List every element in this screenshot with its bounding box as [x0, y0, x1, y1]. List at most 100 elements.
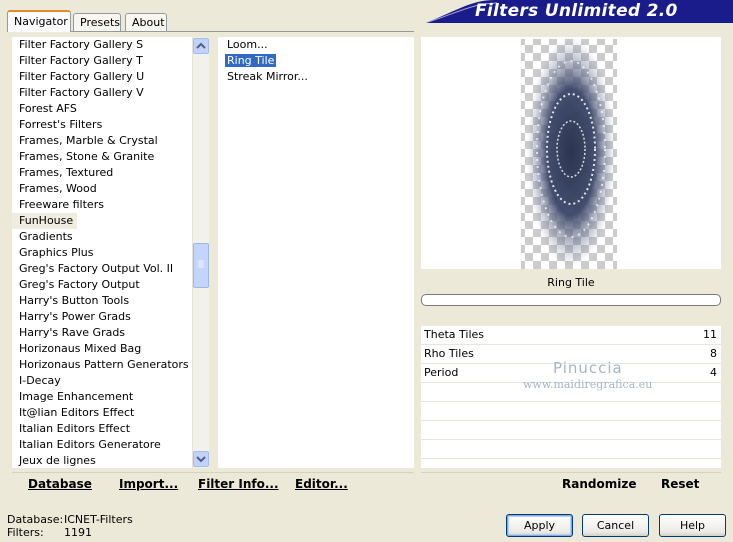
category-label: Filter Factory Gallery T: [19, 54, 143, 67]
filter-item[interactable]: Loom...: [218, 37, 414, 53]
category-item[interactable]: Harry's Power Grads: [12, 309, 192, 325]
scroll-down-button[interactable]: [193, 451, 209, 467]
reset-button[interactable]: Reset: [661, 477, 699, 491]
editor-button[interactable]: Editor...: [295, 477, 348, 491]
category-label: Harry's Rave Grads: [19, 326, 126, 339]
watermark-name: Pinuccia: [553, 359, 623, 377]
watermark-site: www.maidiregrafica.eu: [523, 378, 653, 391]
category-item[interactable]: Greg's Factory Output Vol. II: [12, 261, 192, 277]
category-label: Jeux de lignes: [19, 454, 96, 467]
category-item[interactable]: Graphics Plus: [12, 245, 192, 261]
database-button[interactable]: Database: [28, 477, 92, 491]
chevron-down-icon: [196, 456, 206, 463]
progress-bar: [421, 294, 721, 306]
scroll-thumb[interactable]: [193, 243, 209, 288]
filter-info-button[interactable]: Filter Info...: [198, 477, 279, 491]
category-list[interactable]: Filter Factory Gallery S Filter Factory G…: [12, 37, 192, 468]
parameter-list: Theta Tiles 11 Rho Tiles 8 Period 4: [421, 326, 721, 468]
category-item[interactable]: Horizonaus Mixed Bag: [12, 341, 192, 357]
category-label: Horizonaus Mixed Bag: [19, 342, 142, 355]
category-item[interactable]: Frames, Stone & Granite: [12, 149, 192, 165]
parameter-value[interactable]: 8: [710, 345, 717, 363]
left-button-bar: Database Import... Filter Info... Editor…: [12, 472, 414, 497]
category-label: Horizonaus Pattern Generators: [19, 358, 189, 371]
category-item[interactable]: Filter Factory Gallery S: [12, 37, 192, 53]
empty-parameter-row: [421, 421, 721, 440]
cancel-button[interactable]: Cancel: [582, 514, 649, 537]
category-label: Frames, Wood: [19, 182, 97, 195]
category-label: Frames, Stone & Granite: [19, 150, 155, 163]
category-label: Image Enhancement: [19, 390, 134, 403]
parameter-label: Theta Tiles: [424, 328, 485, 341]
category-item[interactable]: Frames, Textured: [12, 165, 192, 181]
empty-parameter-row: [421, 402, 721, 421]
category-item[interactable]: I-Decay: [12, 373, 192, 389]
filter-name-label: Ring Tile: [421, 272, 721, 294]
category-item[interactable]: Image Enhancement: [12, 389, 192, 405]
category-item[interactable]: Freeware filters: [12, 197, 192, 213]
category-label: Forrest's Filters: [19, 118, 103, 131]
parameter-value[interactable]: 4: [710, 364, 717, 382]
tab-navigator[interactable]: Navigator: [7, 10, 71, 32]
parameter-label: Rho Tiles: [424, 347, 474, 360]
category-item[interactable]: Filter Factory Gallery V: [12, 85, 192, 101]
parameter-row[interactable]: Theta Tiles 11: [421, 326, 721, 345]
category-item[interactable]: Frames, Marble & Crystal: [12, 133, 192, 149]
filters-count-value: 1191: [64, 526, 92, 539]
category-item[interactable]: Forrest's Filters: [12, 117, 192, 133]
database-label: Database:: [7, 513, 64, 526]
category-scrollbar[interactable]: [192, 37, 209, 468]
category-label: Filter Factory Gallery U: [19, 70, 145, 83]
category-item[interactable]: Italian Editors Effect: [12, 421, 192, 437]
category-item[interactable]: It@lian Editors Effect: [12, 405, 192, 421]
right-button-bar: Randomize Reset: [421, 472, 721, 497]
category-item[interactable]: Horizonaus Pattern Generators: [12, 357, 192, 373]
category-label: Graphics Plus: [19, 246, 94, 259]
category-label: Greg's Factory Output: [19, 278, 140, 291]
scroll-up-button[interactable]: [193, 38, 209, 54]
category-label: FunHouse: [12, 213, 78, 229]
category-item[interactable]: Frames, Wood: [12, 181, 192, 197]
apply-button[interactable]: Apply: [506, 514, 573, 537]
tab-presets[interactable]: Presets: [73, 13, 121, 31]
randomize-button[interactable]: Randomize: [562, 477, 636, 491]
tab-about[interactable]: About: [125, 13, 167, 31]
empty-parameter-row: [421, 440, 721, 459]
preview-area: [421, 37, 721, 269]
category-item[interactable]: Forest AFS: [12, 101, 192, 117]
import-button[interactable]: Import...: [119, 477, 178, 491]
filter-label: Ring Tile: [225, 54, 277, 67]
category-label: Italian Editors Generatore: [19, 438, 161, 451]
filter-list[interactable]: Loom... Ring Tile Streak Mirror...: [218, 37, 414, 468]
filters-count-label: Filters:: [7, 526, 44, 539]
category-item[interactable]: Filter Factory Gallery T: [12, 53, 192, 69]
parameter-value[interactable]: 11: [703, 326, 717, 344]
parameter-label: Period: [424, 366, 459, 379]
category-label: Filter Factory Gallery V: [19, 86, 144, 99]
category-label: Frames, Marble & Crystal: [19, 134, 158, 147]
category-item[interactable]: Filter Factory Gallery U: [12, 69, 192, 85]
category-label: Italian Editors Effect: [19, 422, 131, 435]
grip-icon: [198, 260, 204, 268]
category-item[interactable]: Italian Editors Generatore: [12, 437, 192, 453]
category-label: Frames, Textured: [19, 166, 114, 179]
category-item[interactable]: FunHouse: [12, 213, 192, 229]
filter-label: Streak Mirror...: [227, 70, 308, 83]
category-item[interactable]: Jeux de lignes: [12, 453, 192, 468]
chevron-up-icon: [196, 42, 206, 49]
preview-image: [521, 37, 617, 269]
category-item[interactable]: Harry's Button Tools: [12, 293, 192, 309]
filter-item[interactable]: Streak Mirror...: [218, 69, 414, 85]
category-label: Forest AFS: [19, 102, 77, 115]
filter-item[interactable]: Ring Tile: [218, 53, 414, 69]
help-button[interactable]: Help: [659, 514, 726, 537]
category-item[interactable]: Greg's Factory Output: [12, 277, 192, 293]
database-value: ICNET-Filters: [64, 513, 133, 526]
category-item[interactable]: Gradients: [12, 229, 192, 245]
category-label: Gradients: [19, 230, 73, 243]
category-label: Greg's Factory Output Vol. II: [19, 262, 174, 275]
category-label: Freeware filters: [19, 198, 104, 211]
category-label: Filter Factory Gallery S: [19, 38, 144, 51]
filter-label: Loom...: [227, 38, 268, 51]
category-item[interactable]: Harry's Rave Grads: [12, 325, 192, 341]
